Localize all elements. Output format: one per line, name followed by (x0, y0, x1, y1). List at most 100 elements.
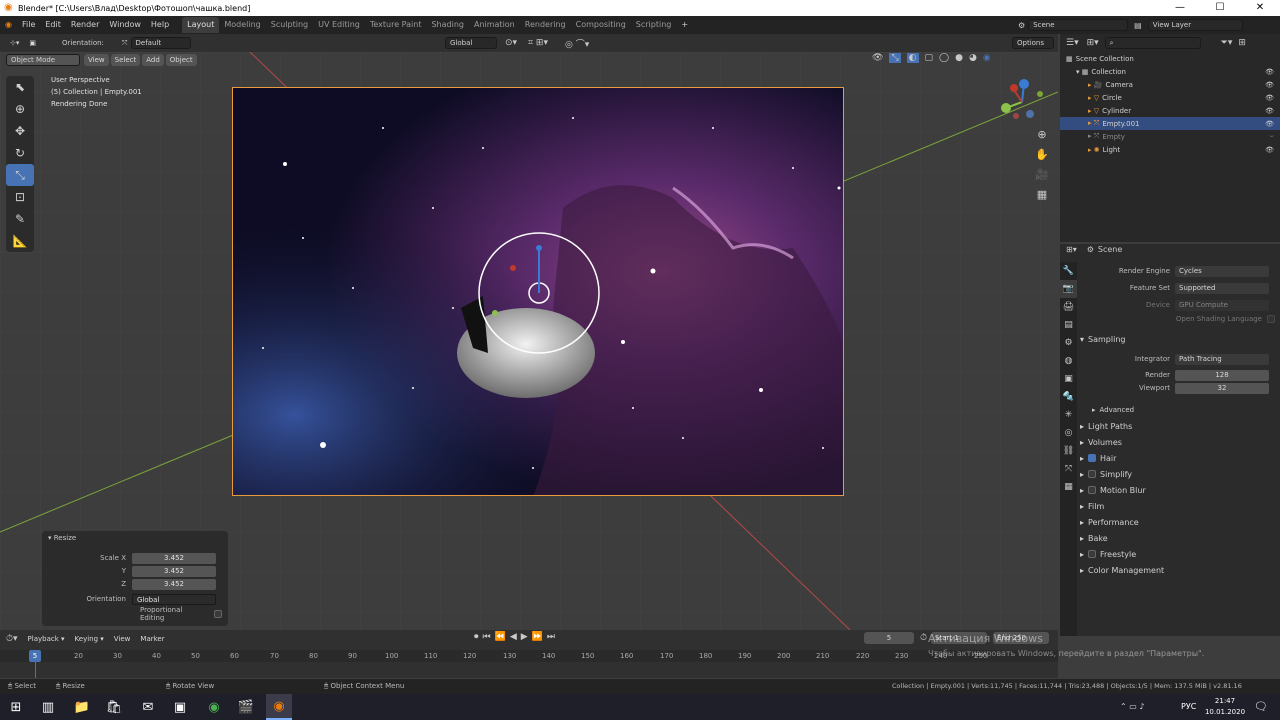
material-shading-icon[interactable]: ◕ (969, 53, 977, 63)
performance-panel[interactable]: ▸ Performance (1080, 515, 1276, 529)
view-layer-tab-icon[interactable]: ▤ (1060, 316, 1077, 334)
editor-type-icon[interactable]: ⊹▾ (6, 37, 23, 49)
file-explorer-icon[interactable]: 📁 (72, 697, 92, 717)
world-tab-icon[interactable]: ◍ (1060, 352, 1077, 370)
visibility-icon[interactable]: 👁 (872, 53, 883, 63)
object-mode-dropdown[interactable]: Object Mode (6, 53, 80, 66)
light-paths-panel[interactable]: ▸ Light Paths (1080, 419, 1276, 433)
store-icon[interactable]: 🛍 (104, 697, 124, 717)
blender-menu-icon[interactable]: ◉ (0, 16, 17, 34)
viewport-samples-field[interactable]: 32 (1175, 382, 1269, 394)
visibility-eye-icon[interactable]: 👁 (1265, 107, 1274, 115)
outliner-item[interactable]: ▸ ▽ Circle 👁 (1060, 91, 1280, 104)
texture-tab-icon[interactable]: ▦ (1060, 478, 1077, 496)
integrator-dropdown[interactable]: Path Tracing (1175, 353, 1269, 365)
jump-start-icon[interactable]: ⏮ (483, 632, 491, 642)
timeline-view-menu[interactable]: View (110, 633, 135, 645)
mail-icon[interactable]: ✉ (138, 697, 158, 717)
scene-collection-row[interactable]: ▦ Scene Collection (1060, 52, 1280, 65)
menu-file[interactable]: File (17, 16, 40, 34)
prev-keyframe-icon[interactable]: ⏪ (495, 632, 506, 642)
outliner-editor-icon[interactable]: ☰▾ (1066, 38, 1079, 48)
osl-checkbox[interactable] (1267, 315, 1275, 323)
motion-blur-checkbox[interactable] (1088, 486, 1097, 494)
scale-y-field[interactable]: 3.452 (132, 565, 216, 577)
taskbar-clock[interactable]: 21:47 10.01.2020 (1204, 696, 1246, 718)
blender-taskbar-icon[interactable]: ◉ (266, 694, 292, 720)
motion-blur-panel[interactable]: ▸ Motion Blur (1080, 483, 1276, 497)
outliner-item-selected[interactable]: ▸ ⤧ Empty.001 👁 (1060, 117, 1280, 130)
tab-compositing[interactable]: Compositing (571, 17, 631, 33)
notification-icon[interactable]: 🗨 (1254, 700, 1268, 713)
minimize-button[interactable]: — (1160, 0, 1200, 16)
sampling-panel-header[interactable]: ▾ Sampling (1080, 332, 1276, 346)
select-menu[interactable]: Select (110, 53, 141, 66)
wireframe-shading-icon[interactable]: ◯ (939, 53, 949, 63)
move-tool-icon[interactable]: ✥ (6, 120, 34, 142)
playback-menu[interactable]: Playback ▾ (24, 633, 69, 645)
tool-tab-icon[interactable]: 🔧 (1060, 262, 1077, 280)
scale-z-field[interactable]: 3.452 (132, 578, 216, 590)
options-dropdown[interactable]: Options (1012, 37, 1054, 49)
redo-orientation-dropdown[interactable]: Global (132, 593, 216, 605)
outliner-item[interactable]: ▸ 🎥 Camera 👁 (1060, 78, 1280, 91)
tab-scripting[interactable]: Scripting (631, 17, 677, 33)
simplify-checkbox[interactable] (1088, 470, 1097, 478)
scale-tool-icon[interactable]: ⤡ (6, 164, 34, 186)
tab-sculpting[interactable]: Sculpting (266, 17, 313, 33)
object-tab-icon[interactable]: ▣ (1060, 370, 1077, 388)
xray-icon[interactable]: ▢ (925, 53, 934, 63)
view-layer-selector[interactable]: View Layer (1147, 19, 1243, 31)
freestyle-panel[interactable]: ▸ Freestyle (1080, 547, 1276, 561)
measure-tool-icon[interactable]: 📐 (6, 230, 34, 252)
color-management-panel[interactable]: ▸ Color Management (1080, 563, 1276, 577)
annotate-tool-icon[interactable]: ✎ (6, 208, 34, 230)
visibility-eye-icon[interactable]: 👁 (1265, 81, 1274, 89)
visibility-eye-icon[interactable]: 👁 (1265, 146, 1274, 154)
proportional-editing-checkbox[interactable] (214, 610, 222, 618)
collection-row[interactable]: ▾ ▦ Collection 👁 (1060, 65, 1280, 78)
hidden-eye-icon[interactable]: ⌣ (1269, 132, 1274, 141)
object-menu[interactable]: Object (165, 53, 197, 66)
volumes-panel[interactable]: ▸ Volumes (1080, 435, 1276, 449)
tab-rendering[interactable]: Rendering (520, 17, 571, 33)
preview-range-icon[interactable]: ⏱ (920, 633, 927, 643)
freestyle-checkbox[interactable] (1088, 550, 1097, 558)
render-engine-dropdown[interactable]: Cycles (1175, 265, 1269, 277)
video-editor-icon[interactable]: 🎬 (236, 697, 256, 717)
task-view-icon[interactable]: ▥ (38, 697, 58, 717)
keying-menu[interactable]: Keying ▾ (71, 633, 108, 645)
tab-shading[interactable]: Shading (426, 17, 469, 33)
tab-texture-paint[interactable]: Texture Paint (365, 17, 427, 33)
bake-panel[interactable]: ▸ Bake (1080, 531, 1276, 545)
photoshop-icon[interactable]: ▣ (170, 697, 190, 717)
scene-icon[interactable]: ⚙ (1018, 21, 1025, 30)
particles-tab-icon[interactable]: ✳ (1060, 406, 1077, 424)
output-tab-icon[interactable]: 🖨 (1060, 298, 1077, 316)
scene-tab-icon[interactable]: ⚙ (1060, 334, 1077, 352)
input-language[interactable]: РУС (1181, 702, 1196, 711)
current-frame-field[interactable]: 5 (864, 632, 914, 644)
chrome-icon[interactable]: ◉ (204, 697, 224, 717)
play-icon[interactable]: ▶ (521, 632, 528, 642)
outliner-item[interactable]: ▸ ✺ Light 👁 (1060, 143, 1280, 156)
close-window-button[interactable]: ✕ (1240, 0, 1280, 16)
maximize-button[interactable]: ☐ (1200, 0, 1240, 16)
physics-tab-icon[interactable]: ◎ (1060, 424, 1077, 442)
proportional-editing-icon[interactable]: ◎ ⌒▾ (565, 37, 589, 50)
solid-shading-icon[interactable]: ● (955, 53, 963, 63)
tab-uv-editing[interactable]: UV Editing (313, 17, 365, 33)
next-keyframe-icon[interactable]: ⏩ (532, 632, 543, 642)
rotate-tool-icon[interactable]: ↻ (6, 142, 34, 164)
constraints-tab-icon[interactable]: ⛓ (1060, 442, 1077, 460)
film-panel[interactable]: ▸ Film (1080, 499, 1276, 513)
zoom-icon[interactable]: ⊕ (1032, 128, 1052, 148)
transform-pivot-icon[interactable]: ▣ (25, 37, 40, 49)
advanced-subpanel[interactable]: ▸ Advanced (1092, 403, 1280, 417)
render-samples-field[interactable]: 128 (1175, 369, 1269, 381)
cursor-tool-icon[interactable]: ⊕ (6, 98, 34, 120)
tab-modeling[interactable]: Modeling (219, 17, 265, 33)
menu-edit[interactable]: Edit (40, 16, 66, 34)
display-mode-icon[interactable]: ⊞▾ (1087, 38, 1099, 48)
visibility-eye-icon[interactable]: 👁 (1265, 68, 1274, 76)
